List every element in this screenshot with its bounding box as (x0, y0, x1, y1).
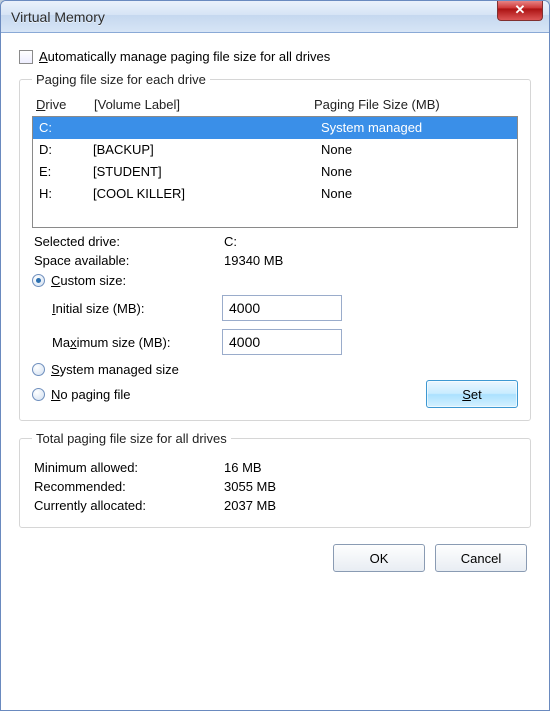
auto-manage-label: Automatically manage paging file size fo… (39, 49, 330, 64)
selected-drive-row: Selected drive: C: (32, 232, 518, 251)
dialog-content: Automatically manage paging file size fo… (1, 33, 549, 710)
initial-size-row: Initial size (MB): (32, 291, 518, 325)
system-managed-label: System managed size (51, 362, 179, 377)
drive-volume (93, 119, 321, 137)
minimum-allowed-row: Minimum allowed: 16 MB (32, 458, 518, 477)
space-available-label: Space available: (34, 253, 224, 268)
drive-letter: H: (39, 185, 93, 203)
drive-status: None (321, 185, 511, 203)
auto-manage-checkbox[interactable] (19, 50, 33, 64)
no-paging-radio[interactable] (32, 388, 45, 401)
per-drive-legend: Paging file size for each drive (32, 72, 210, 87)
recommended-row: Recommended: 3055 MB (32, 477, 518, 496)
auto-manage-row[interactable]: Automatically manage paging file size fo… (19, 49, 531, 64)
initial-size-input[interactable] (222, 295, 342, 321)
drive-letter: E: (39, 163, 93, 181)
drive-row[interactable]: H: [COOL KILLER] None (33, 183, 517, 205)
drive-row[interactable]: E: [STUDENT] None (33, 161, 517, 183)
drive-volume: [BACKUP] (93, 141, 321, 159)
maximum-size-label: Maximum size (MB): (52, 335, 212, 350)
maximum-size-row: Maximum size (MB): (32, 325, 518, 359)
space-available-row: Space available: 19340 MB (32, 251, 518, 270)
minimum-allowed-label: Minimum allowed: (34, 460, 224, 475)
per-drive-group: Paging file size for each drive Drive [V… (19, 72, 531, 421)
virtual-memory-dialog: Virtual Memory ✕ Automatically manage pa… (0, 0, 550, 711)
drive-list[interactable]: C: System managed D: [BACKUP] None E: [S… (32, 116, 518, 228)
drive-row[interactable]: C: System managed (33, 117, 517, 139)
dialog-footer: OK Cancel (19, 538, 531, 576)
custom-size-radio[interactable] (32, 274, 45, 287)
minimum-allowed-value: 16 MB (224, 460, 262, 475)
maximum-size-input[interactable] (222, 329, 342, 355)
window-title: Virtual Memory (11, 9, 105, 25)
space-available-value: 19340 MB (224, 253, 283, 268)
drive-status: System managed (321, 119, 511, 137)
no-paging-label: No paging file (51, 387, 131, 402)
drive-row[interactable]: D: [BACKUP] None (33, 139, 517, 161)
drive-volume: [COOL KILLER] (93, 185, 321, 203)
drive-status: None (321, 141, 511, 159)
custom-size-radio-row[interactable]: Custom size: (32, 270, 518, 291)
close-icon: ✕ (515, 2, 526, 18)
close-button[interactable]: ✕ (497, 0, 543, 21)
drive-letter: C: (39, 119, 93, 137)
titlebar: Virtual Memory ✕ (1, 1, 549, 33)
header-paging-size: Paging File Size (MB) (314, 97, 514, 112)
selected-drive-value: C: (224, 234, 237, 249)
system-managed-radio[interactable] (32, 363, 45, 376)
drive-volume: [STUDENT] (93, 163, 321, 181)
ok-button[interactable]: OK (333, 544, 425, 572)
totals-legend: Total paging file size for all drives (32, 431, 231, 446)
cancel-button[interactable]: Cancel (435, 544, 527, 572)
custom-size-label: Custom size: (51, 273, 126, 288)
initial-size-label: Initial size (MB): (52, 301, 212, 316)
currently-allocated-label: Currently allocated: (34, 498, 224, 513)
drive-list-header: Drive [Volume Label] Paging File Size (M… (32, 95, 518, 116)
drive-status: None (321, 163, 511, 181)
no-paging-radio-row[interactable]: No paging file (32, 384, 131, 405)
recommended-value: 3055 MB (224, 479, 276, 494)
totals-group: Total paging file size for all drives Mi… (19, 431, 531, 528)
header-drive: Drive (36, 97, 94, 112)
currently-allocated-row: Currently allocated: 2037 MB (32, 496, 518, 515)
header-volume-label: [Volume Label] (94, 97, 314, 112)
system-managed-radio-row[interactable]: System managed size (32, 359, 518, 380)
currently-allocated-value: 2037 MB (224, 498, 276, 513)
selected-drive-label: Selected drive: (34, 234, 224, 249)
drive-letter: D: (39, 141, 93, 159)
recommended-label: Recommended: (34, 479, 224, 494)
set-button[interactable]: Set (426, 380, 518, 408)
